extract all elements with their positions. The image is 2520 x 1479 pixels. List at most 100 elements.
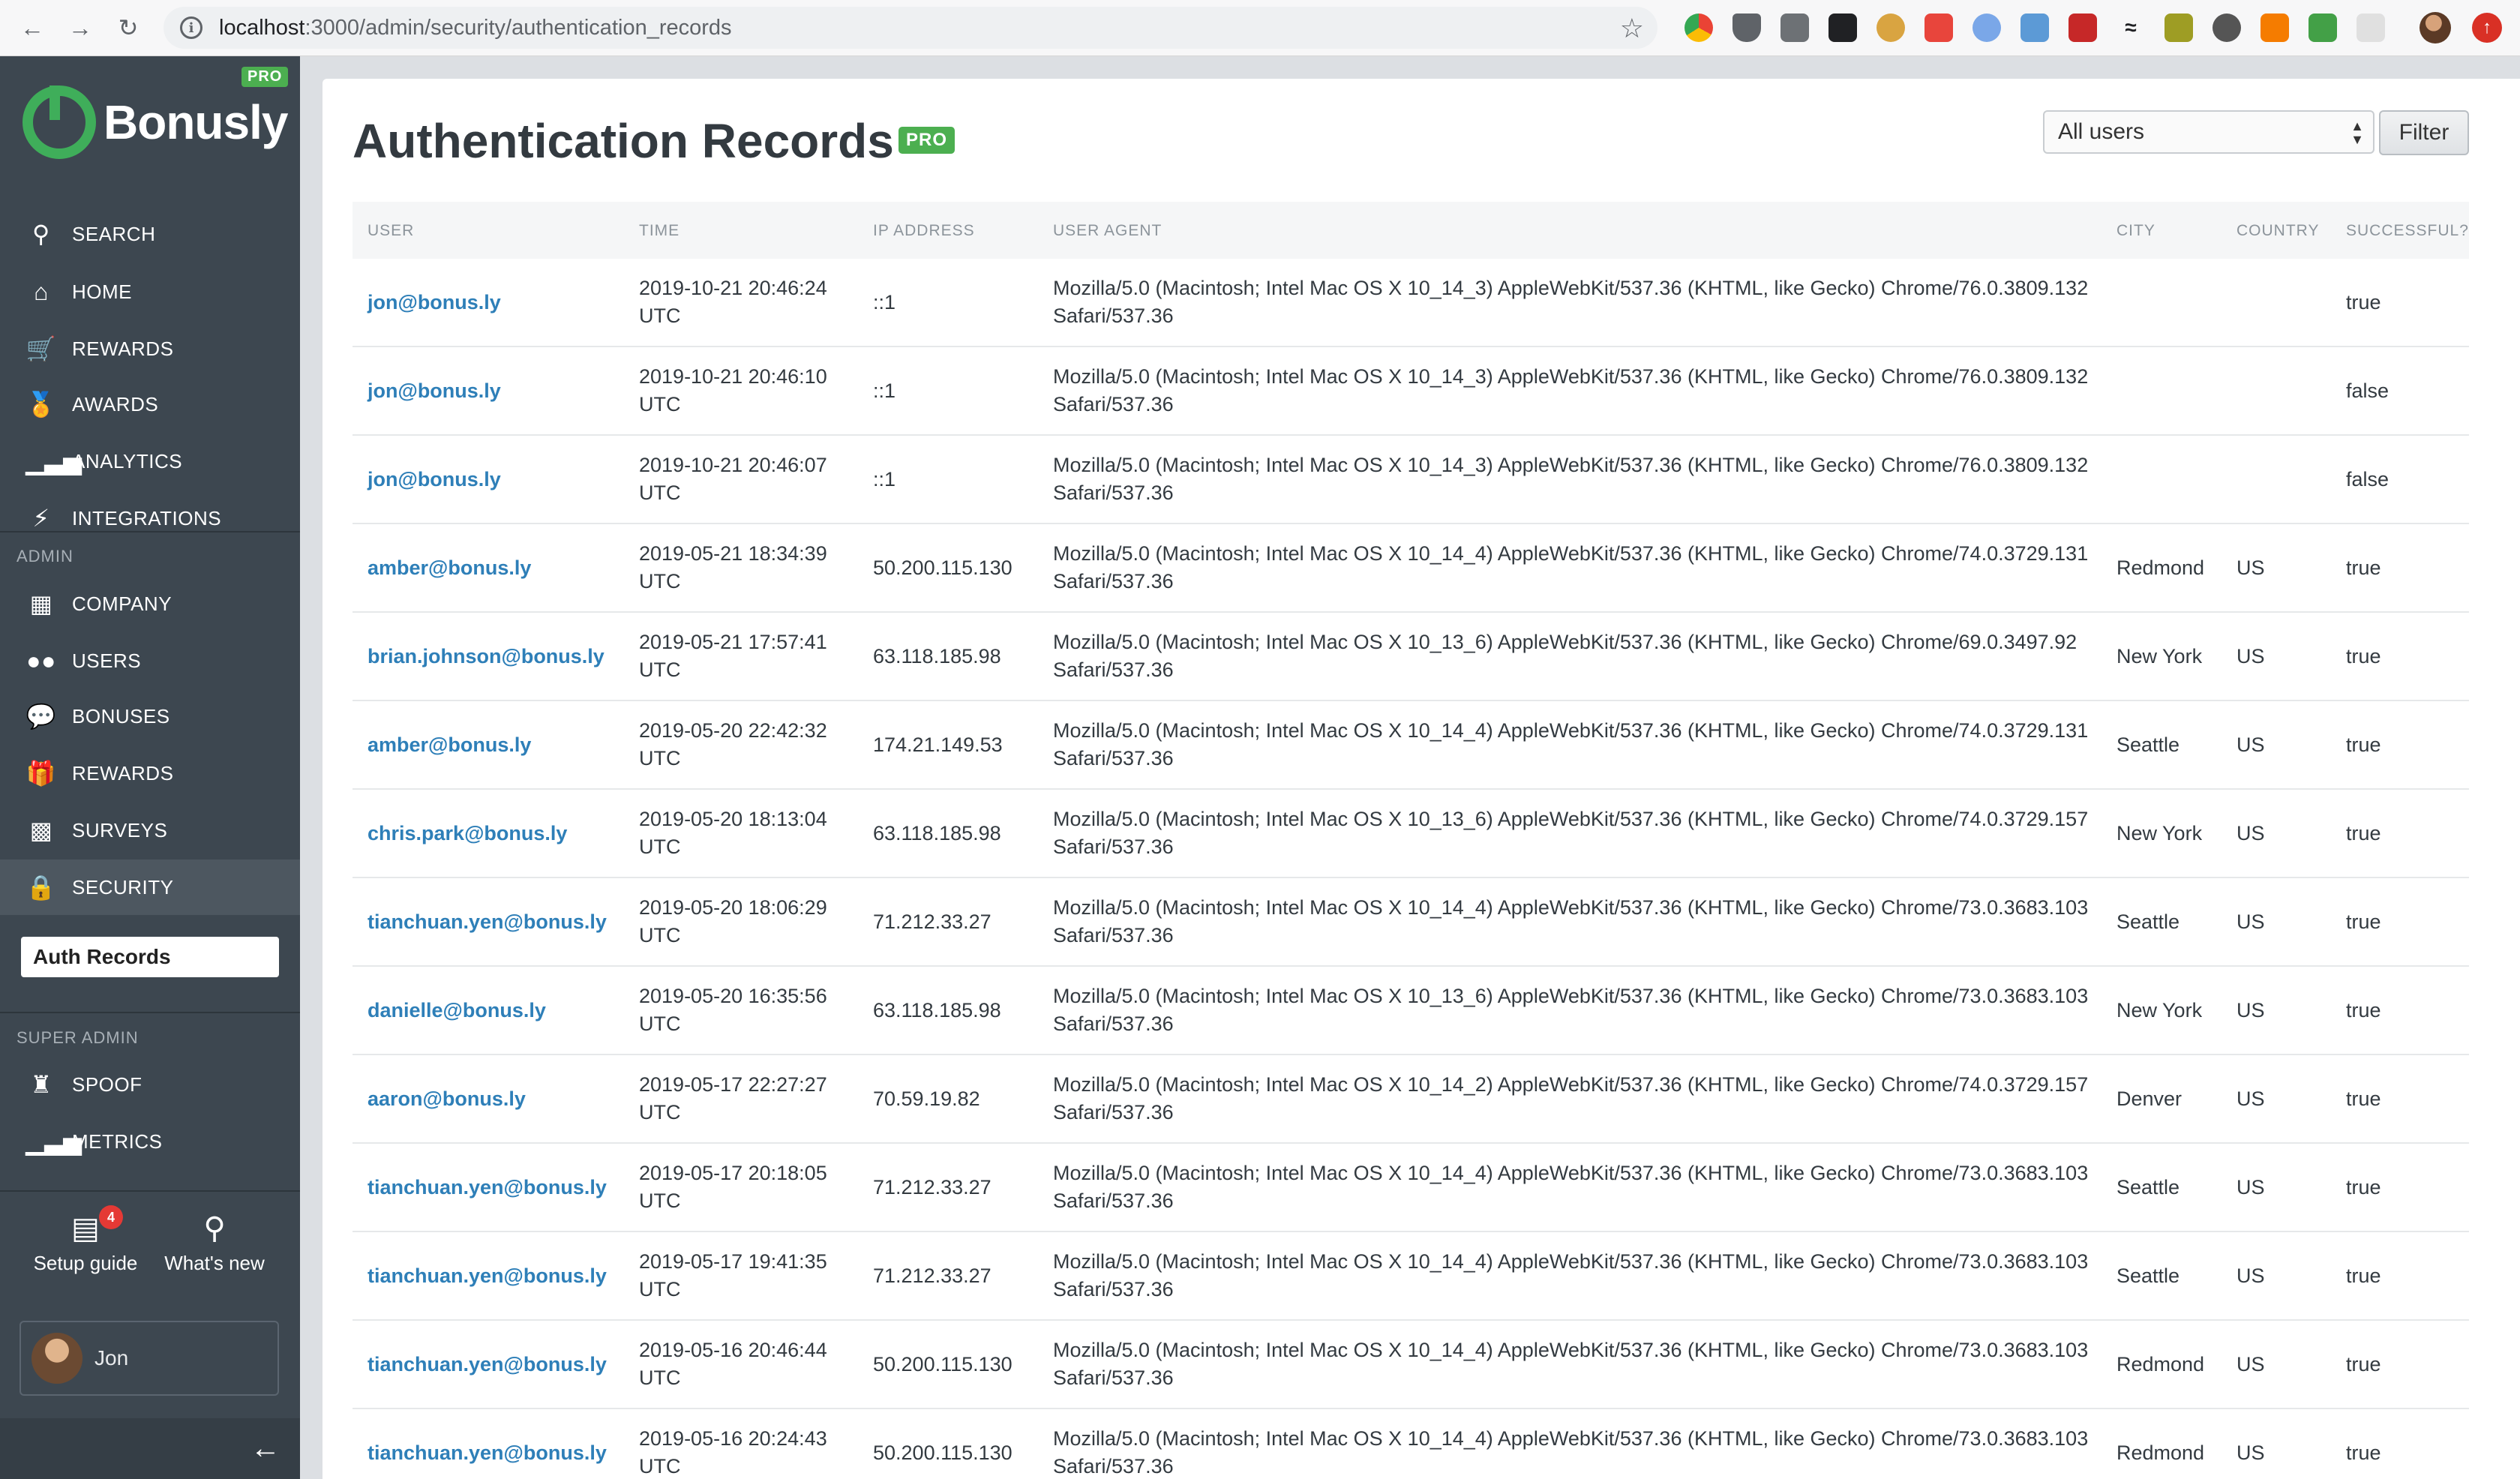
sidebar-item-spoof[interactable]: ♜ SPOOF: [0, 1057, 300, 1112]
checklist-extension-icon[interactable]: [2308, 14, 2337, 42]
user-email-link[interactable]: danielle@bonus.ly: [368, 999, 546, 1022]
sidebar-item-surveys[interactable]: ▩ SURVEYS: [0, 802, 300, 858]
table-row: jon@bonus.ly 2019-10-21 20:46:07 UTC ::1 …: [352, 436, 2469, 524]
time-cell: 2019-05-21 18:34:39 UTC: [639, 542, 827, 592]
country-cell: US: [2236, 998, 2265, 1022]
tampermonkey-extension-icon[interactable]: [1828, 14, 1857, 42]
subnav-auth-records[interactable]: Auth Records: [21, 937, 279, 977]
sidebar-item-integrations[interactable]: ⚡ INTEGRATIONS: [0, 490, 300, 546]
forward-icon[interactable]: →: [63, 10, 98, 45]
successful-cell: false: [2346, 467, 2390, 490]
sidebar-item-admin-rewards[interactable]: 🎁 REWARDS: [0, 746, 300, 801]
ip-cell: ::1: [873, 467, 896, 490]
user-filter-select[interactable]: All users ▲ ▼: [2043, 110, 2374, 154]
sidebar-item-company[interactable]: ▦ COMPANY: [0, 576, 300, 632]
whats-new-button[interactable]: ⚲ What's new: [140, 1211, 290, 1275]
profile-avatar[interactable]: [2420, 12, 2451, 44]
color-picker-extension-icon[interactable]: [1684, 14, 1713, 42]
circle-extension-icon[interactable]: [2212, 14, 2241, 42]
user-email-link[interactable]: tianchuan.yen@bonus.ly: [368, 1176, 607, 1198]
sidebar-item-search[interactable]: ⚲ SEARCH: [0, 206, 300, 262]
user-agent-cell: Mozilla/5.0 (Macintosh; Intel Mac OS X 1…: [1053, 1427, 2089, 1478]
sidebar-item-metrics[interactable]: ▁▃▅ METRICS: [0, 1114, 300, 1169]
time-cell: 2019-05-17 19:41:35 UTC: [639, 1250, 827, 1300]
update-icon[interactable]: ↑: [2472, 13, 2502, 43]
ip-cell: 50.200.115.130: [873, 1352, 1012, 1376]
ip-cell: 63.118.185.98: [873, 998, 1001, 1022]
country-cell: US: [2236, 910, 2265, 933]
table-row: tianchuan.yen@bonus.ly 2019-05-16 20:24:…: [352, 1409, 2469, 1479]
city-cell: New York: [2116, 821, 2203, 844]
table-body: jon@bonus.ly 2019-10-21 20:46:24 UTC ::1 …: [352, 259, 2469, 1479]
city-cell: Denver: [2116, 1087, 2182, 1110]
bookmark-star-icon[interactable]: ☆: [1620, 13, 1644, 44]
sidebar-item-security[interactable]: 🔒 SECURITY: [0, 860, 300, 915]
window-extension-icon[interactable]: [1780, 14, 1809, 42]
sidebar-item-home[interactable]: ⌂ HOME: [0, 264, 300, 320]
cookie-extension-icon[interactable]: [1876, 14, 1905, 42]
time-cell: 2019-05-21 17:57:41 UTC: [639, 631, 827, 681]
user-email-link[interactable]: aaron@bonus.ly: [368, 1088, 526, 1110]
user-email-link[interactable]: tianchuan.yen@bonus.ly: [368, 1442, 607, 1464]
wave-extension-icon[interactable]: ≈: [2116, 14, 2145, 42]
column-header-successful: SUCCESSFUL?: [2346, 221, 2469, 239]
sidebar-collapse-bar[interactable]: ←: [0, 1418, 300, 1479]
filter-button[interactable]: Filter: [2379, 110, 2469, 155]
admin-section-label: ADMIN: [16, 547, 74, 566]
plug-icon: ⚡: [32, 505, 50, 532]
user-agent-cell: Mozilla/5.0 (Macintosh; Intel Mac OS X 1…: [1053, 277, 2089, 327]
1password-extension-icon[interactable]: [1972, 14, 2001, 42]
user-agent-cell: Mozilla/5.0 (Macintosh; Intel Mac OS X 1…: [1053, 454, 2089, 504]
user-email-link[interactable]: amber@bonus.ly: [368, 556, 531, 579]
blank-extension-icon[interactable]: [2356, 14, 2385, 42]
user-email-link[interactable]: jon@bonus.ly: [368, 380, 501, 402]
user-email-link[interactable]: tianchuan.yen@bonus.ly: [368, 910, 607, 933]
time-cell: 2019-05-17 20:18:05 UTC: [639, 1162, 827, 1212]
sidebar-item-analytics[interactable]: ▁▃▅ ANALYTICS: [0, 434, 300, 489]
user-agent-cell: Mozilla/5.0 (Macintosh; Intel Mac OS X 1…: [1053, 631, 2078, 681]
country-cell: US: [2236, 733, 2265, 756]
evernote-extension-icon[interactable]: [1924, 14, 1953, 42]
bonusly-logo[interactable]: Bonusly: [22, 85, 288, 160]
ublock-extension-icon[interactable]: [1732, 14, 1761, 42]
city-cell: Seattle: [2116, 1264, 2180, 1287]
site-info-icon[interactable]: i: [180, 16, 202, 39]
url-text[interactable]: localhost:3000/admin/security/authentica…: [219, 16, 732, 40]
user-agent-cell: Mozilla/5.0 (Macintosh; Intel Mac OS X 1…: [1053, 1162, 2089, 1212]
successful-cell: true: [2346, 1087, 2381, 1110]
ip-cell: 71.212.33.27: [873, 1264, 992, 1287]
home-icon: ⌂: [34, 278, 49, 305]
ip-cell: 70.59.19.82: [873, 1087, 980, 1110]
user-email-link[interactable]: tianchuan.yen@bonus.ly: [368, 1353, 607, 1376]
user-email-link[interactable]: chris.park@bonus.ly: [368, 822, 567, 844]
arrow-left-icon[interactable]: ←: [250, 1432, 280, 1466]
address-bar[interactable]: i localhost:3000/admin/security/authenti…: [164, 7, 1658, 49]
sidebar-item-awards[interactable]: 🏅 AWARDS: [0, 376, 300, 432]
user-agent-cell: Mozilla/5.0 (Macintosh; Intel Mac OS X 1…: [1053, 808, 2089, 858]
user-email-link[interactable]: brian.johnson@bonus.ly: [368, 645, 604, 668]
user-menu[interactable]: Jon: [20, 1321, 279, 1396]
successful-cell: true: [2346, 821, 2381, 844]
user-email-link[interactable]: jon@bonus.ly: [368, 468, 501, 490]
select-arrows-icon: ▲ ▼: [2350, 118, 2364, 147]
user-email-link[interactable]: tianchuan.yen@bonus.ly: [368, 1264, 607, 1287]
chat-bubble-icon: 💬: [26, 703, 57, 730]
main-content: Authentication Records PRO All users ▲ ▼ …: [322, 79, 2520, 1479]
ip-cell: ::1: [873, 379, 896, 402]
back-icon[interactable]: ←: [15, 10, 50, 45]
successful-cell: true: [2346, 1352, 2381, 1376]
video-extension-icon[interactable]: [2068, 14, 2097, 42]
ticket-extension-icon[interactable]: [2164, 14, 2193, 42]
user-email-link[interactable]: jon@bonus.ly: [368, 291, 501, 314]
user-email-link[interactable]: amber@bonus.ly: [368, 734, 531, 756]
sidebar-item-users[interactable]: ●● USERS: [0, 633, 300, 688]
setup-guide-button[interactable]: ▤ 4 Setup guide: [10, 1205, 160, 1275]
time-cell: 2019-10-21 20:46:10 UTC: [639, 365, 827, 416]
reload-icon[interactable]: ↻: [111, 10, 146, 45]
sidebar-item-rewards[interactable]: 🛒 REWARDS: [0, 321, 300, 376]
shield-extension-icon[interactable]: [2020, 14, 2049, 42]
cart-icon: 🛒: [26, 335, 57, 362]
metamask-extension-icon[interactable]: [2260, 14, 2289, 42]
country-cell: US: [2236, 1087, 2265, 1110]
sidebar-item-bonuses[interactable]: 💬 BONUSES: [0, 688, 300, 744]
